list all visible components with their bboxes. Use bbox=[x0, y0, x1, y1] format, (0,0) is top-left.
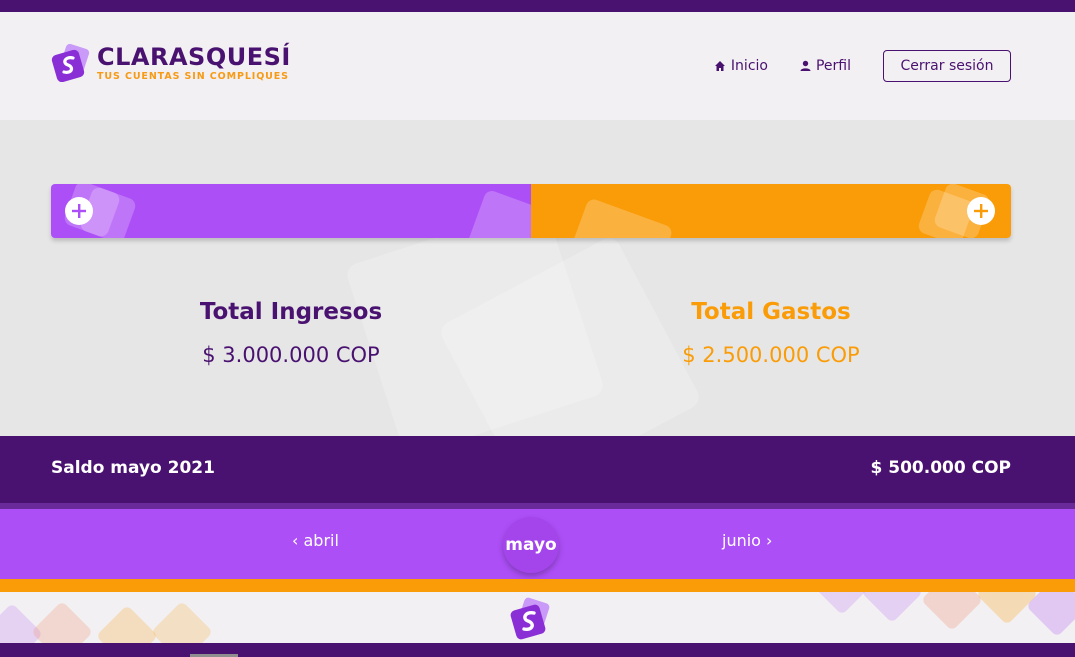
bar-decoration bbox=[558, 197, 674, 238]
nav-home-label: Inicio bbox=[730, 58, 768, 74]
brand-name: CLARASQUESÍ bbox=[97, 43, 291, 71]
top-strip bbox=[0, 0, 1075, 12]
add-expense-button[interactable] bbox=[967, 197, 995, 225]
add-expense-bar[interactable] bbox=[531, 184, 1011, 238]
bar-decoration bbox=[459, 188, 531, 238]
expense-title: Total Gastos bbox=[691, 299, 851, 325]
header: CLARASQUESÍ TUS CUENTAS SIN COMPLIQUES I… bbox=[0, 12, 1075, 120]
income-title: Total Ingresos bbox=[199, 299, 383, 325]
nav-profile-label: Perfil bbox=[815, 58, 851, 74]
footer-decoration bbox=[150, 600, 214, 643]
orange-strip bbox=[0, 579, 1075, 592]
income-summary: Total Ingresos $ 3.000.000 COP bbox=[51, 298, 531, 368]
user-icon bbox=[800, 60, 811, 71]
add-income-bar[interactable] bbox=[51, 184, 531, 238]
expense-value: $ 2.500.000 COP bbox=[682, 343, 860, 367]
next-month-link[interactable]: junio › bbox=[722, 531, 772, 550]
footer-decoration bbox=[95, 604, 159, 643]
current-month: mayo bbox=[503, 517, 559, 573]
add-income-button[interactable] bbox=[65, 197, 93, 225]
income-value: $ 3.000.000 COP bbox=[202, 343, 380, 367]
nav-profile-link[interactable]: Perfil bbox=[800, 58, 851, 74]
bottom-strip bbox=[0, 643, 1075, 657]
plus-icon bbox=[974, 204, 988, 218]
plus-icon bbox=[72, 204, 86, 218]
expense-summary: Total Gastos $ 2.500.000 COP bbox=[531, 298, 1011, 368]
balance-label: Saldo mayo 2021 bbox=[51, 458, 215, 478]
summary-section: Total Ingresos $ 3.000.000 COP Total Gas… bbox=[0, 120, 1075, 436]
home-icon bbox=[714, 61, 725, 71]
footer-decoration bbox=[1025, 592, 1075, 638]
top-nav: Inicio Perfil Cerrar sesión bbox=[714, 50, 1011, 82]
balance-value: $ 500.000 COP bbox=[870, 458, 1011, 478]
footer bbox=[0, 592, 1075, 643]
footer-logo-icon bbox=[509, 597, 553, 643]
nav-home-link[interactable]: Inicio bbox=[714, 58, 768, 74]
logo[interactable]: CLARASQUESÍ TUS CUENTAS SIN COMPLIQUES bbox=[51, 43, 291, 83]
add-bar bbox=[51, 184, 1011, 238]
logout-button[interactable]: Cerrar sesión bbox=[883, 50, 1011, 82]
claras-logo-icon bbox=[51, 43, 91, 83]
brand-tagline: TUS CUENTAS SIN COMPLIQUES bbox=[97, 71, 289, 82]
prev-month-link[interactable]: ‹ abril bbox=[292, 531, 339, 550]
footer-decoration bbox=[860, 592, 924, 624]
month-navigator: ‹ abril mayo junio › bbox=[0, 509, 1075, 579]
balance-bar: Saldo mayo 2021 $ 500.000 COP bbox=[0, 436, 1075, 504]
footer-decoration bbox=[30, 600, 94, 643]
footer-decoration bbox=[920, 592, 984, 632]
